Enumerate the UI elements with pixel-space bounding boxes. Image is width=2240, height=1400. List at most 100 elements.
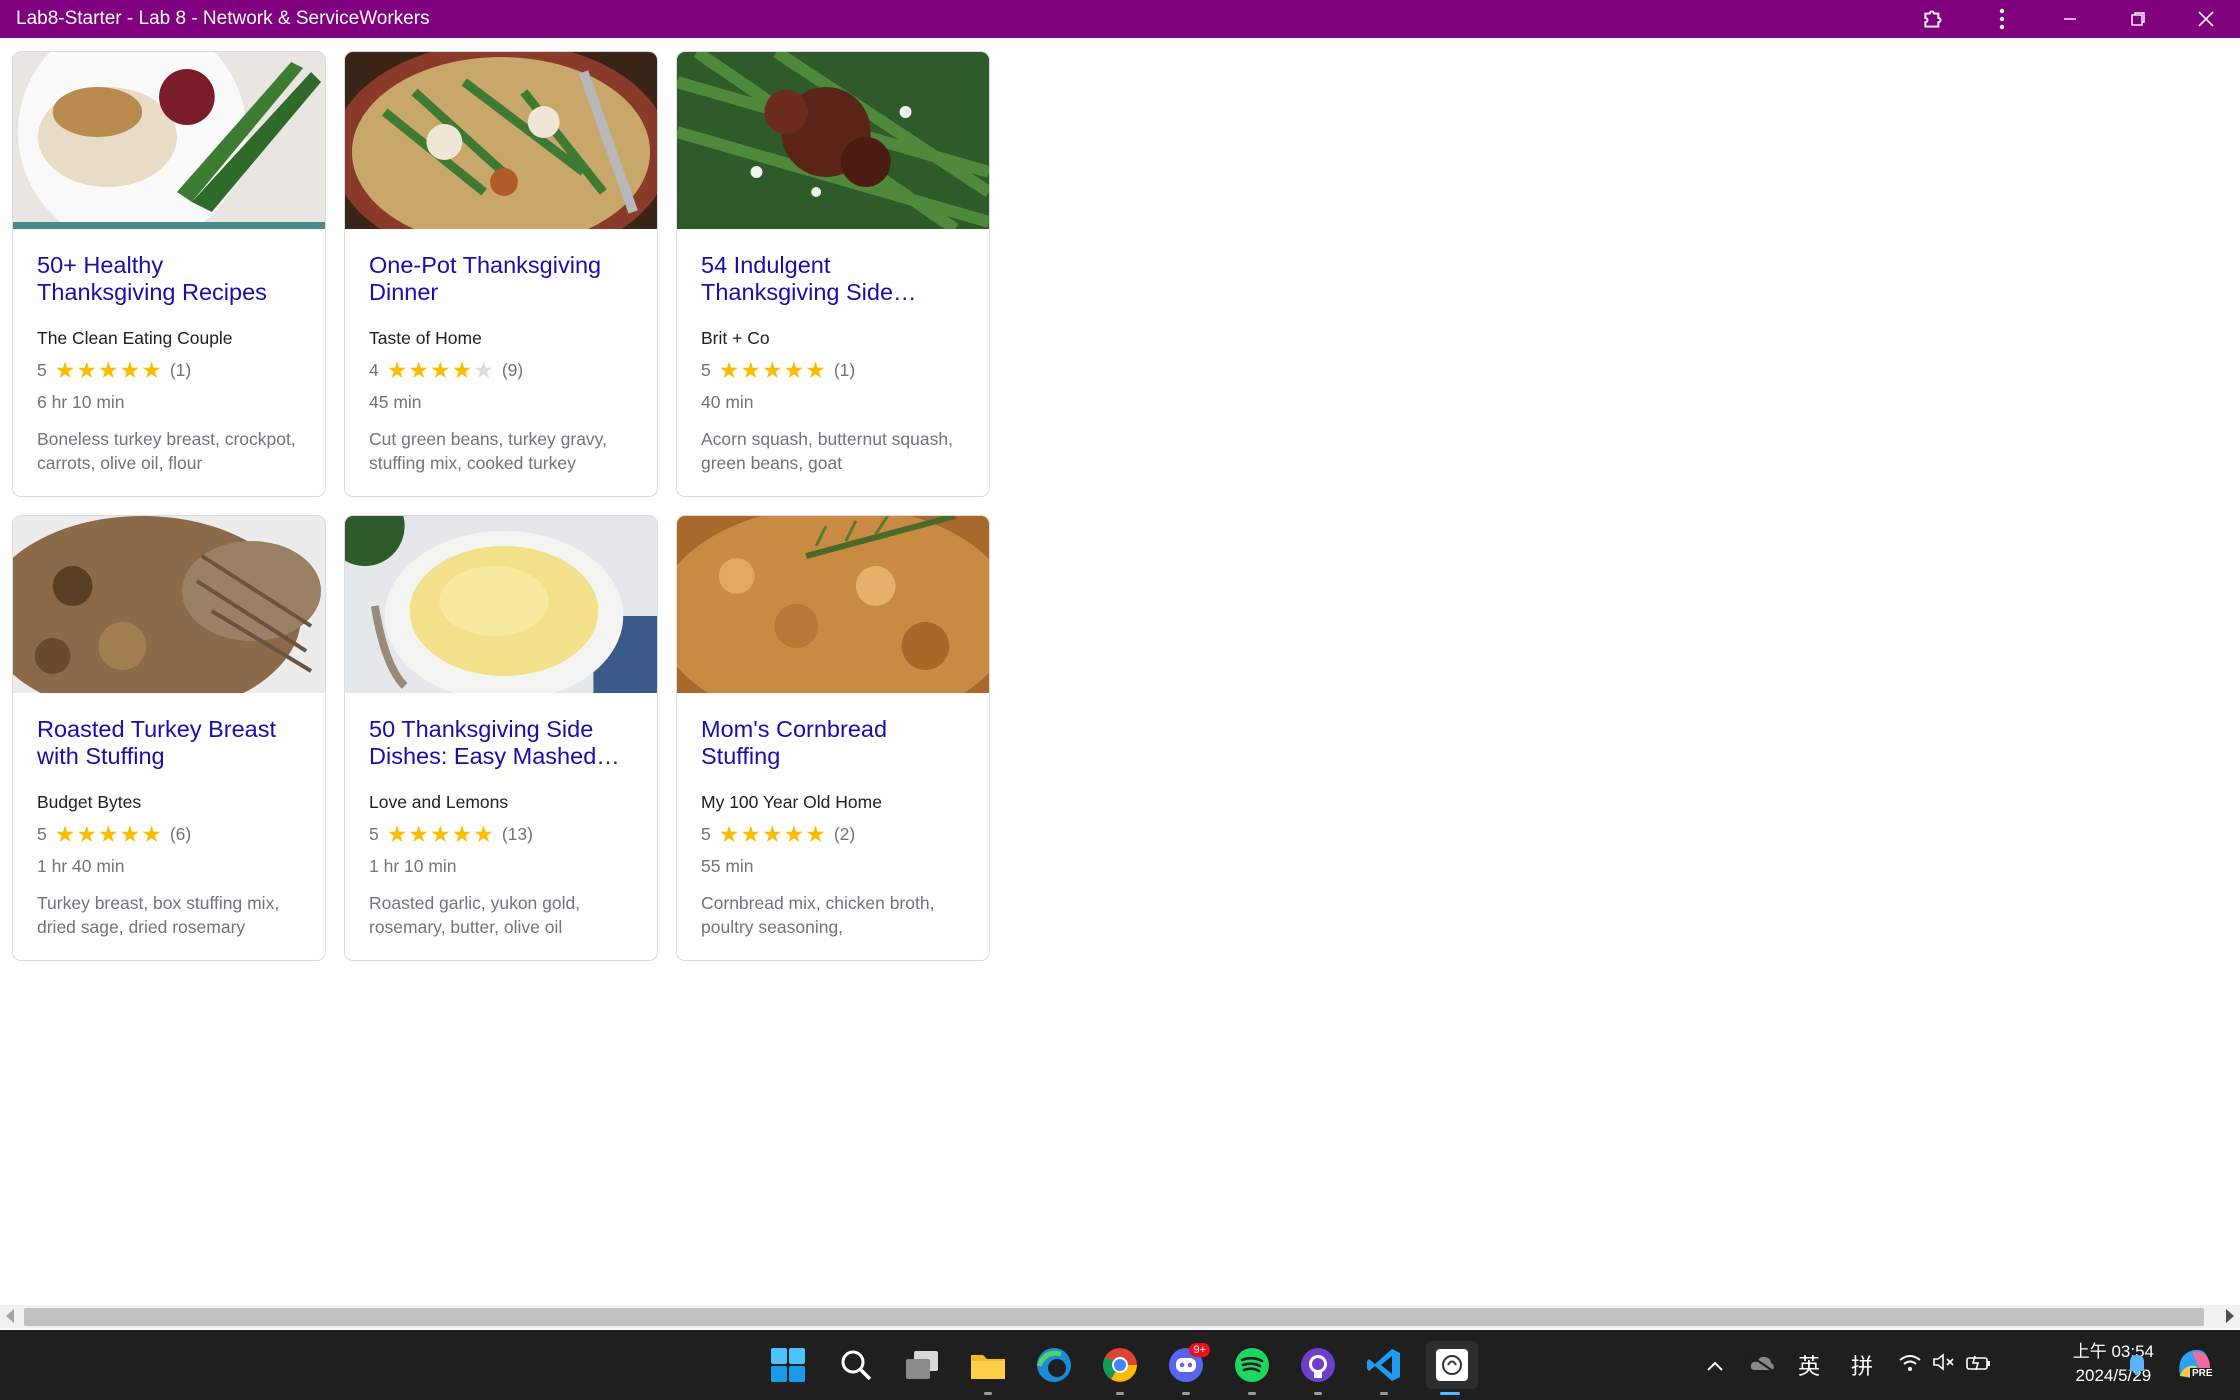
copilot-pre-label: PRE [2190,1368,2215,1379]
star-icon: ★ [473,821,494,847]
more-options-button[interactable] [1968,0,2036,38]
recipe-ingredients: Turkey breast, box stuffing mix, dried s… [37,893,280,937]
star-icon: ★ [408,821,429,847]
rating-count: (2) [833,824,856,844]
bell-icon [2128,1355,2146,1376]
star-icon: ★ [783,357,805,383]
recipe-rating: 5 ★ ★ ★ ★ ★ (6) [37,823,191,846]
search-icon [841,1350,872,1381]
battery-icon[interactable] [1962,1352,1996,1378]
rating-stars: ★ ★ ★ ★ ★ [719,823,826,846]
star-icon: ★ [761,821,783,847]
notification-badge: 9+ [1189,1343,1210,1357]
ime-mode-indicator[interactable]: 拼 [1834,1349,1890,1381]
search-button[interactable] [832,1341,880,1389]
extensions-button[interactable] [1900,0,1968,38]
restore-button[interactable] [2104,0,2172,38]
star-icon: ★ [141,357,162,383]
start-button[interactable] [764,1341,812,1389]
recipe-time: 40 min [701,392,754,412]
recipe-time: 45 min [369,392,422,412]
star-icon: ★ [119,821,141,847]
recipe-title[interactable]: Mom's Cornbread Stuffing [701,716,969,770]
recipe-card[interactable]: 50+ Healthy Thanksgiving Recipes The Cle… [12,51,326,497]
chrome-button[interactable] [1096,1341,1144,1395]
recipe-ingredients: Acorn squash, butternut squash, green be… [701,429,953,473]
more-vert-icon [1999,8,2005,30]
recipe-ingredients: Cornbread mix, chicken broth, poultry se… [701,893,935,937]
onedrive-icon[interactable] [1740,1352,1784,1378]
recipe-org: My 100 Year Old Home [701,792,882,812]
star-icon: ★ [54,821,76,847]
star-icon: ★ [740,821,761,847]
recipe-title[interactable]: 54 Indulgent Thanksgiving Side… [701,252,969,306]
window-title-bar: Lab8-Starter - Lab 8 - Network & Service… [0,0,2240,38]
rating-count: (1) [833,360,856,380]
task-view-button[interactable] [898,1341,946,1389]
recipe-title[interactable]: 50+ Healthy Thanksgiving Recipes [37,252,305,306]
wifi-icon[interactable] [1894,1352,1926,1378]
recipe-card[interactable]: Roasted Turkey Breast with Stuffing Budg… [12,515,326,961]
recipe-image [677,516,989,693]
vscode-button[interactable] [1360,1341,1408,1395]
folder-icon [971,1355,1005,1379]
notifications-button[interactable] [2126,1352,2148,1381]
star-empty-icon: ★ [473,357,494,383]
recipe-card[interactable]: 54 Indulgent Thanksgiving Side… Brit + C… [676,51,990,497]
recipe-time: 6 hr 10 min [37,392,125,412]
file-explorer-button[interactable] [964,1341,1012,1395]
recipe-image [13,516,325,693]
system-tray: 英 拼 [1700,1330,1996,1400]
recipe-rating: 5 ★ ★ ★ ★ ★ (1) [701,359,855,382]
horizontal-scrollbar[interactable] [0,1305,2240,1329]
star-icon: ★ [76,821,97,847]
rating-stars: ★ ★ ★ ★ ★ [719,359,826,382]
recipe-image [13,52,325,229]
volume-muted-icon[interactable] [1926,1352,1962,1378]
rating-count: (9) [501,360,524,380]
close-button[interactable] [2172,0,2240,38]
scroll-left-arrow-icon[interactable] [6,1309,14,1323]
recipe-card[interactable]: 50 Thanksgiving Side Dishes: Easy Mashed… [344,515,658,961]
star-icon: ★ [119,357,141,383]
edge-icon [1036,1348,1071,1382]
recipe-time: 1 hr 40 min [37,856,125,876]
recipe-app-icon [1436,1349,1468,1381]
star-icon: ★ [718,357,740,383]
recipe-image [345,52,657,229]
ime-language-indicator[interactable]: 英 [1784,1349,1834,1381]
star-icon: ★ [805,357,826,383]
recipe-title[interactable]: Roasted Turkey Breast with Stuffing [37,716,305,770]
rating-value: 5 [37,824,47,844]
recipe-title[interactable]: 50 Thanksgiving Side Dishes: Easy Mashed… [369,716,637,770]
close-icon [2198,11,2214,27]
recipe-card[interactable]: Mom's Cornbread Stuffing My 100 Year Old… [676,515,990,961]
recipe-card[interactable]: One-Pot Thanksgiving Dinner Taste of Hom… [344,51,658,497]
recipe-title[interactable]: One-Pot Thanksgiving Dinner [369,252,637,306]
minimize-button[interactable] [2036,0,2104,38]
copilot-button[interactable]: PRE [2174,1346,2215,1386]
rating-count: (6) [169,824,192,844]
star-icon: ★ [54,357,76,383]
rating-stars: ★ ★ ★ ★ ★ [387,823,494,846]
vscode-icon [1367,1349,1400,1381]
scrollbar-thumb[interactable] [24,1308,2204,1326]
recipe-org: Budget Bytes [37,792,142,812]
spotify-button[interactable] [1228,1341,1276,1395]
pwa-app-button[interactable] [1426,1341,1478,1395]
github-desktop-button[interactable] [1294,1341,1342,1395]
recipe-rating: 4 ★ ★ ★ ★ ★ (9) [369,359,523,382]
rating-stars: ★ ★ ★ ★ ★ [55,823,162,846]
github-icon [1301,1348,1335,1382]
star-icon: ★ [386,357,408,383]
task-view-icon [906,1351,938,1379]
star-icon: ★ [141,821,162,847]
edge-button[interactable] [1030,1341,1078,1389]
chevron-up-icon[interactable] [1700,1352,1730,1378]
rating-count: (13) [501,824,533,844]
discord-button[interactable]: 9+ [1162,1341,1210,1395]
scroll-right-arrow-icon[interactable] [2226,1309,2234,1323]
star-icon: ★ [76,357,97,383]
rating-value: 5 [701,824,711,844]
recipe-time: 55 min [701,856,754,876]
